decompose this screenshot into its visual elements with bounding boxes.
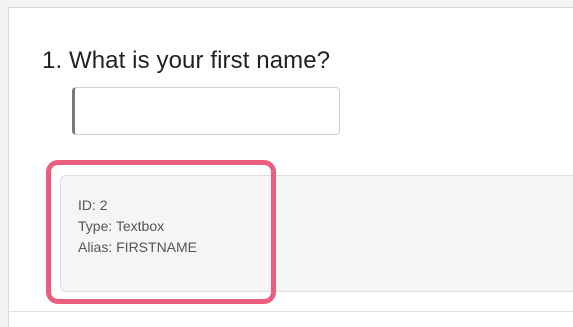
question-type: Type: Textbox [78,218,165,234]
question-meta-info: ID: 2 Type: Textbox Alias: FIRSTNAME [78,195,197,258]
question-id: ID: 2 [78,197,108,213]
question-alias: Alias: FIRSTNAME [78,239,198,255]
question-title: 1. What is your first name? [42,47,331,74]
first-name-input[interactable] [72,87,340,135]
divider [8,311,573,312]
